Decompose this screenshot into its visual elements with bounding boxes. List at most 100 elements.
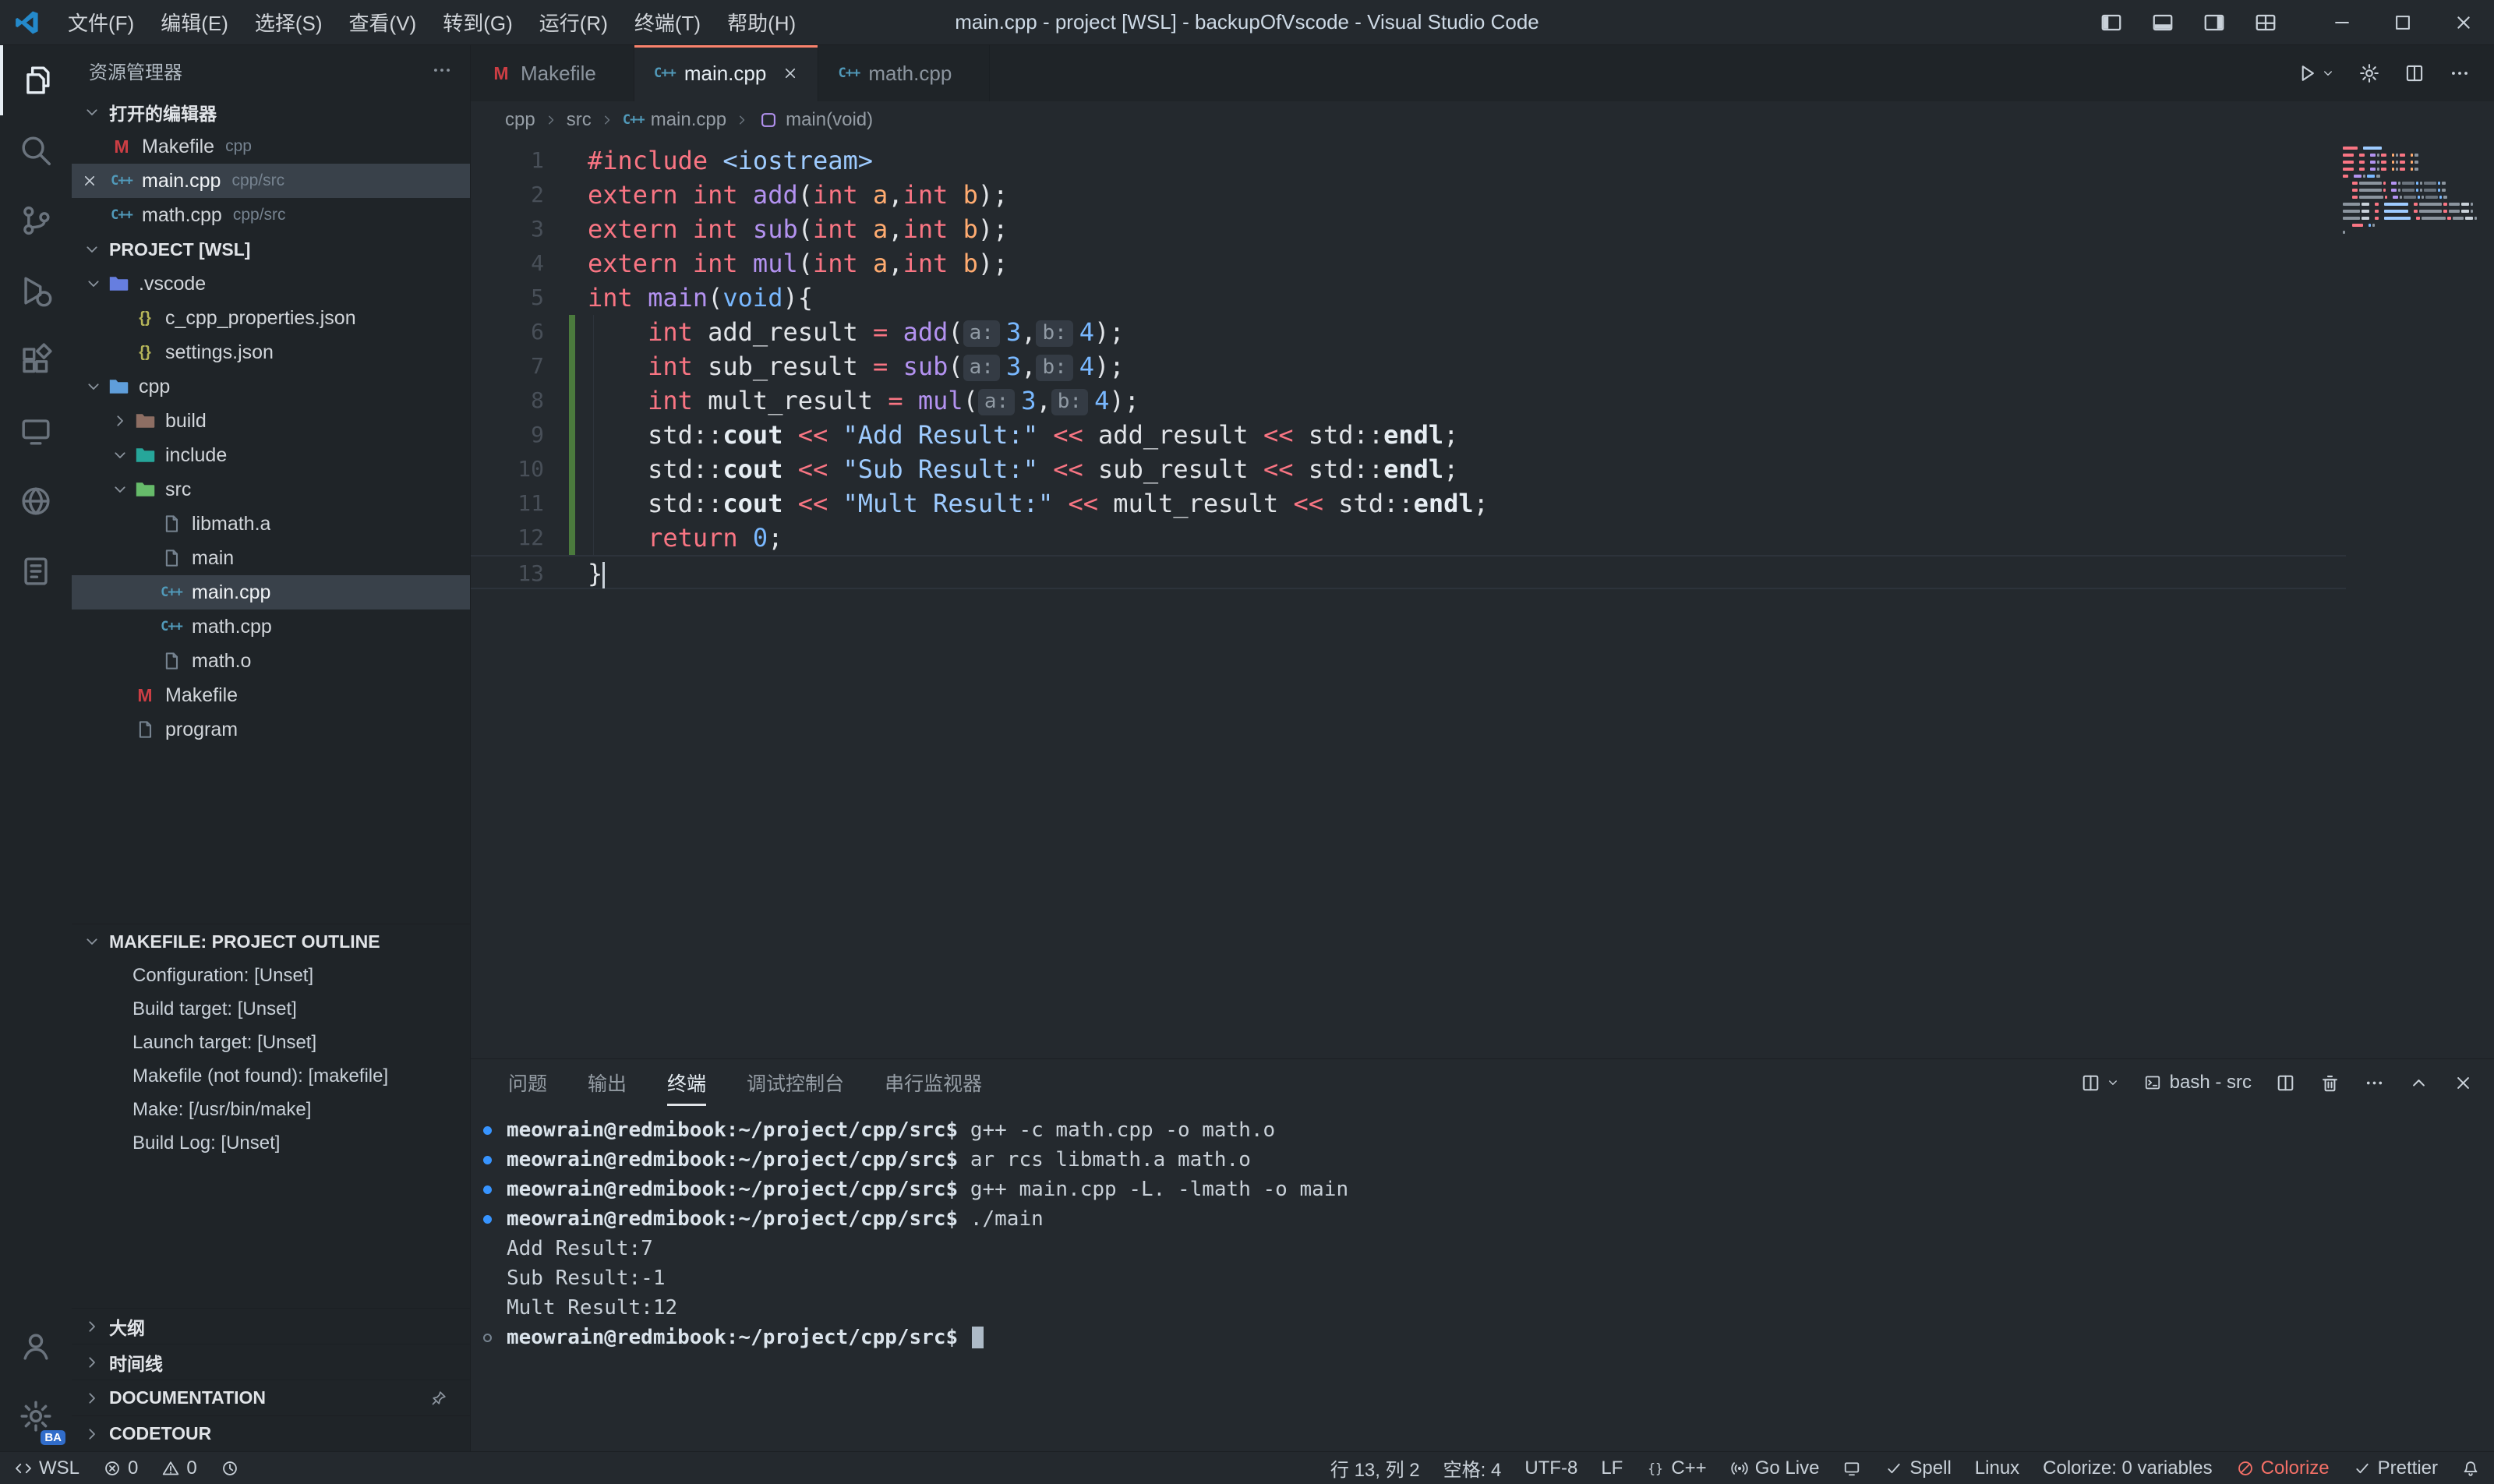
code-line-7[interactable]: 7 int sub_result = sub(a:3,b:4); — [471, 349, 2346, 383]
code-line-13[interactable]: 13} — [471, 555, 2346, 589]
open-editor-Makefile[interactable]: M Makefile cpp — [72, 129, 470, 164]
close-panel-button[interactable] — [2453, 1072, 2474, 1094]
activity-settings[interactable]: BA — [0, 1381, 72, 1451]
activity-notebook[interactable] — [0, 536, 72, 606]
status-eol[interactable]: LF — [1601, 1458, 1623, 1479]
activity-run-debug[interactable] — [0, 256, 72, 326]
activity-accounts[interactable] — [0, 1311, 72, 1381]
close-tab-icon[interactable] — [782, 65, 799, 82]
open-editor-main.cpp[interactable]: C++ main.cpp cpp/src — [72, 164, 470, 198]
maximize-panel-button[interactable] — [2408, 1072, 2429, 1094]
project-header[interactable]: PROJECT [WSL] — [72, 232, 470, 267]
menu-item-1[interactable]: 编辑(E) — [147, 8, 242, 37]
panel-tab-问题[interactable]: 问题 — [508, 1059, 547, 1106]
code-line-10[interactable]: 10 std::cout << "Sub Result:" << sub_res… — [471, 452, 2346, 486]
makefile-outline-item[interactable]: Launch target: [Unset] — [72, 1026, 470, 1059]
activity-github[interactable] — [0, 466, 72, 536]
status-prettier[interactable]: Prettier — [2353, 1458, 2438, 1479]
activity-explorer[interactable] — [0, 45, 72, 115]
run-settings-button[interactable] — [2358, 62, 2380, 84]
menu-item-0[interactable]: 文件(F) — [55, 8, 147, 37]
layout-panel-button[interactable] — [2151, 11, 2174, 34]
code-line-4[interactable]: 4extern int mul(int a,int b); — [471, 246, 2346, 281]
status-notifications[interactable] — [2461, 1459, 2480, 1478]
activity-search[interactable] — [0, 115, 72, 186]
status-remote-indicator[interactable]: WSL — [14, 1458, 79, 1479]
run-file-button[interactable] — [2296, 62, 2335, 84]
panel-tab-终端[interactable]: 终端 — [667, 1059, 706, 1106]
status-language-mode[interactable]: {}C++ — [1646, 1458, 1706, 1479]
code-line-3[interactable]: 3extern int sub(int a,int b); — [471, 212, 2346, 246]
status-colorize[interactable]: Colorize — [2236, 1458, 2330, 1479]
tree-item-settings.json[interactable]: {}settings.json — [72, 335, 470, 369]
status-go-live[interactable]: Go Live — [1730, 1458, 1820, 1479]
panel-tab-输出[interactable]: 输出 — [588, 1059, 627, 1106]
breadcrumb-item[interactable]: src — [567, 109, 592, 131]
tab-Makefile[interactable]: M Makefile — [471, 45, 634, 101]
makefile-outline-item[interactable]: Build target: [Unset] — [72, 992, 470, 1026]
code-line-2[interactable]: 2extern int add(int a,int b); — [471, 178, 2346, 212]
breadcrumb-item[interactable]: C++main.cpp — [623, 109, 726, 131]
tree-item-src[interactable]: src — [72, 472, 470, 507]
more-actions-button[interactable] — [2449, 62, 2471, 84]
panel-more-button[interactable] — [2364, 1072, 2385, 1094]
panel-tab-串行监视器[interactable]: 串行监视器 — [885, 1059, 982, 1106]
split-editor-button[interactable] — [2404, 62, 2425, 84]
minimap[interactable] — [2343, 147, 2460, 238]
tree-item-c_cpp_properties.json[interactable]: {}c_cpp_properties.json — [72, 301, 470, 335]
makefile-outline-item[interactable]: Make: [/usr/bin/make] — [72, 1093, 470, 1126]
maximize-button[interactable] — [2372, 0, 2433, 44]
makefile-outline-item[interactable]: Build Log: [Unset] — [72, 1126, 470, 1160]
section-大纲[interactable]: 大纲 — [72, 1308, 470, 1344]
command-decoration[interactable] — [483, 1215, 492, 1224]
code-editor[interactable]: 1#include <iostream> 2extern int add(int… — [471, 139, 2494, 1058]
launch-profile-button[interactable] — [2080, 1072, 2120, 1094]
tree-item-math.o[interactable]: math.o — [72, 644, 470, 678]
menu-item-2[interactable]: 选择(S) — [242, 8, 336, 37]
panel-tab-调试控制台[interactable]: 调试控制台 — [747, 1059, 844, 1106]
tree-item-main.cpp[interactable]: C++main.cpp — [72, 575, 470, 610]
makefile-outline-item[interactable]: Configuration: [Unset] — [72, 959, 470, 992]
tree-item-include[interactable]: include — [72, 438, 470, 472]
makefile-outline-header[interactable]: MAKEFILE: PROJECT OUTLINE — [72, 924, 470, 959]
code-line-8[interactable]: 8 int mult_result = mul(a:3,b:4); — [471, 383, 2346, 418]
open-editor-math.cpp[interactable]: C++ math.cpp cpp/src — [72, 198, 470, 232]
activity-remote-explorer[interactable] — [0, 396, 72, 466]
status-cursor-position[interactable]: 行 13, 列 2 — [1330, 1454, 1420, 1482]
command-decoration[interactable] — [483, 1185, 492, 1194]
minimize-button[interactable] — [2312, 0, 2372, 44]
layout-sidebar-left-button[interactable] — [2100, 11, 2123, 34]
close-window-button[interactable] — [2433, 0, 2494, 44]
status-colorize-count[interactable]: Colorize: 0 variables — [2043, 1458, 2212, 1479]
code-line-12[interactable]: 12 return 0; — [471, 521, 2346, 555]
menu-item-4[interactable]: 转到(G) — [429, 8, 526, 37]
command-decoration[interactable] — [483, 1156, 492, 1164]
tree-item-cpp[interactable]: cpp — [72, 369, 470, 404]
status-linux[interactable]: Linux — [1975, 1458, 2019, 1479]
command-decoration[interactable] — [483, 1126, 492, 1135]
explorer-more-actions-icon[interactable] — [431, 59, 453, 81]
activity-source-control[interactable] — [0, 186, 72, 256]
section-时间线[interactable]: 时间线 — [72, 1344, 470, 1380]
terminal-instance-tab[interactable]: bash - src — [2143, 1072, 2252, 1094]
code-line-1[interactable]: 1#include <iostream> — [471, 143, 2346, 178]
pin-icon[interactable] — [429, 1389, 448, 1408]
command-decoration[interactable] — [483, 1334, 492, 1342]
menu-item-5[interactable]: 运行(R) — [526, 8, 621, 37]
layout-sidebar-right-button[interactable] — [2203, 11, 2226, 34]
breadcrumb-item[interactable]: main(void) — [758, 109, 873, 131]
menu-item-3[interactable]: 查看(V) — [336, 8, 430, 37]
code-line-6[interactable]: 6 int add_result = add(a:3,b:4); — [471, 315, 2346, 349]
status-timer[interactable] — [221, 1459, 239, 1478]
menu-item-7[interactable]: 帮助(H) — [714, 8, 809, 37]
code-line-9[interactable]: 9 std::cout << "Add Result:" << add_resu… — [471, 418, 2346, 452]
kill-terminal-button[interactable] — [2319, 1072, 2340, 1094]
split-terminal-button[interactable] — [2275, 1072, 2296, 1094]
tree-item-Makefile[interactable]: MMakefile — [72, 678, 470, 712]
section-CODETOUR[interactable]: CODETOUR — [72, 1415, 470, 1451]
status-ports[interactable] — [1842, 1459, 1861, 1478]
section-DOCUMENTATION[interactable]: DOCUMENTATION — [72, 1380, 470, 1415]
terminal[interactable]: meowrain@redmibook:~/project/cpp/src$ g+… — [471, 1106, 2494, 1451]
tree-item-program[interactable]: program — [72, 712, 470, 747]
status-indentation[interactable]: 空格: 4 — [1443, 1454, 1502, 1482]
